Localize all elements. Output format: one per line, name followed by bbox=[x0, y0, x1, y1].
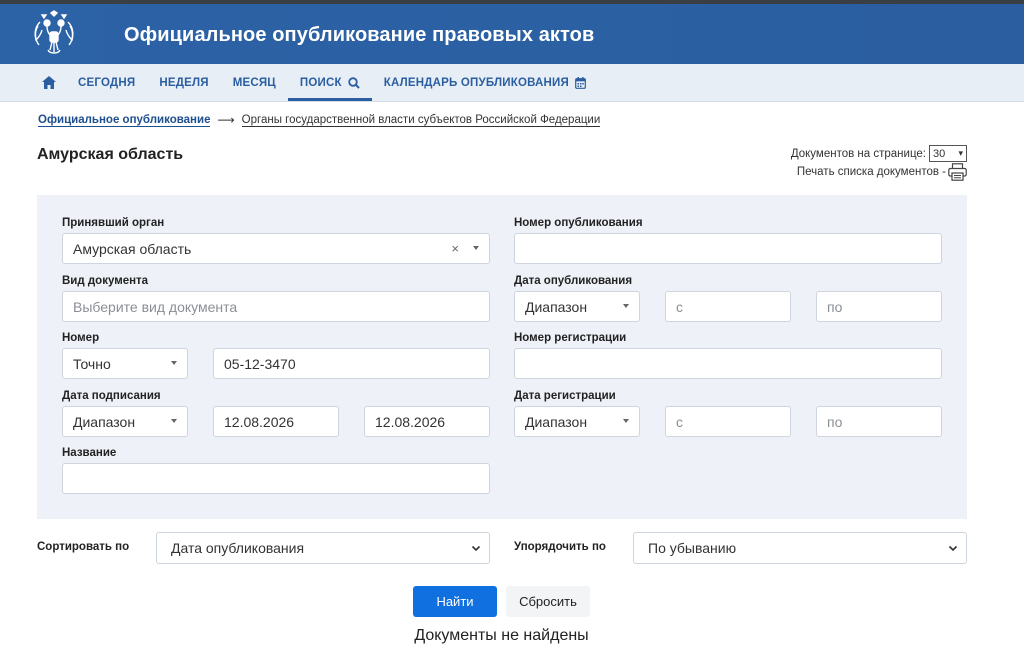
pub-date-to-placeholder: по bbox=[827, 298, 843, 315]
organ-label: Принявший орган bbox=[62, 217, 165, 229]
sort-value: Дата опубликования bbox=[171, 540, 305, 556]
per-page-label: Документов на странице: bbox=[790, 147, 926, 160]
sign-date-label: Дата подписания bbox=[62, 390, 161, 402]
arrow-right-icon: ⟶ bbox=[217, 113, 235, 127]
pub-number-input[interactable] bbox=[514, 233, 942, 264]
sign-date-from-value: 12.08.2026 bbox=[224, 413, 295, 430]
number-mode-select[interactable]: Точно bbox=[62, 348, 188, 379]
order-label: Упорядочить по bbox=[514, 541, 606, 553]
pub-number-label: Номер опубликования bbox=[514, 217, 643, 229]
search-form-panel: Принявший орган Амурская область × Вид д… bbox=[37, 195, 967, 519]
sort-label: Сортировать по bbox=[37, 541, 130, 553]
pub-date-mode-value: Диапазон bbox=[525, 298, 588, 315]
order-value: По убыванию bbox=[648, 540, 737, 556]
breadcrumb-current-link[interactable]: Органы государственной власти субъектов … bbox=[241, 114, 601, 127]
reg-number-input[interactable] bbox=[514, 348, 942, 379]
main-nav: Сегодня Неделя Месяц Поиск Календарь опу… bbox=[0, 64, 1024, 102]
nav-month[interactable]: Месяц bbox=[221, 64, 288, 101]
reg-date-from-input[interactable]: с bbox=[665, 406, 791, 437]
sign-date-to-input[interactable]: 12.08.2026 bbox=[364, 406, 490, 437]
pub-date-mode-select[interactable]: Диапазон bbox=[514, 291, 640, 322]
organ-value: Амурская область bbox=[73, 240, 192, 257]
pub-date-from-placeholder: с bbox=[676, 298, 683, 315]
chevron-down-icon bbox=[171, 419, 177, 423]
find-button[interactable]: Найти bbox=[413, 586, 497, 617]
reg-date-from-placeholder: с bbox=[676, 413, 683, 430]
number-mode-value: Точно bbox=[73, 355, 111, 372]
chevron-down-icon bbox=[171, 361, 177, 365]
pub-date-label: Дата опубликования bbox=[514, 275, 633, 287]
nav-today-label: Сегодня bbox=[78, 76, 136, 89]
breadcrumb: Официальное опубликование ⟶ Органы госуд… bbox=[38, 113, 601, 127]
nav-week[interactable]: Неделя bbox=[147, 64, 220, 101]
clear-icon[interactable]: × bbox=[451, 241, 459, 256]
name-input[interactable] bbox=[62, 463, 490, 494]
page-title: Амурская область bbox=[37, 146, 184, 163]
doc-type-placeholder: Выберите вид документа bbox=[73, 298, 238, 315]
nav-today[interactable]: Сегодня bbox=[66, 64, 147, 101]
sort-select[interactable]: Дата опубликования bbox=[156, 532, 490, 564]
no-results-message: Документы не найдены bbox=[414, 627, 589, 644]
name-label: Название bbox=[62, 447, 117, 459]
chevron-down-icon: ▾ bbox=[958, 148, 963, 158]
chevron-down-icon bbox=[623, 304, 629, 308]
nav-search-label: Поиск bbox=[299, 76, 342, 89]
pub-date-to-input[interactable]: по bbox=[816, 291, 942, 322]
reset-button[interactable]: Сбросить bbox=[506, 586, 590, 617]
sign-date-mode-select[interactable]: Диапазон bbox=[62, 406, 188, 437]
sign-date-from-input[interactable]: 12.08.2026 bbox=[213, 406, 339, 437]
nav-home[interactable] bbox=[30, 64, 66, 101]
nav-calendar[interactable]: Календарь опубликования bbox=[372, 64, 598, 101]
reg-number-label: Номер регистрации bbox=[514, 332, 627, 344]
number-label: Номер bbox=[62, 332, 100, 344]
per-page-control: Документов на странице: 30 ▾ bbox=[791, 145, 967, 162]
organ-select[interactable]: Амурская область × bbox=[62, 233, 490, 264]
doc-type-label: Вид документа bbox=[62, 275, 149, 287]
chevron-down-icon bbox=[473, 246, 479, 250]
site-title: Официальное опубликование правовых актов bbox=[124, 24, 595, 46]
search-icon bbox=[348, 76, 360, 89]
breadcrumb-root-link[interactable]: Официальное опубликование bbox=[38, 114, 211, 127]
reg-date-mode-value: Диапазон bbox=[525, 413, 588, 430]
nav-week-label: Неделя bbox=[159, 76, 209, 89]
per-page-select[interactable]: 30 ▾ bbox=[929, 145, 967, 162]
sign-date-mode-value: Диапазон bbox=[73, 413, 136, 430]
order-select[interactable]: По убыванию bbox=[633, 532, 967, 564]
printer-icon bbox=[948, 163, 967, 181]
reg-date-label: Дата регистрации bbox=[514, 390, 616, 402]
reg-date-to-placeholder: по bbox=[827, 413, 843, 430]
print-list-link[interactable]: Печать списка документов - bbox=[797, 163, 967, 181]
pub-date-from-input[interactable]: с bbox=[665, 291, 791, 322]
nav-calendar-label: Календарь опубликования bbox=[383, 76, 569, 89]
calendar-icon bbox=[575, 76, 586, 89]
nav-month-label: Месяц bbox=[232, 76, 276, 89]
doc-type-select[interactable]: Выберите вид документа bbox=[62, 291, 490, 322]
number-input[interactable]: 05-12-3470 bbox=[213, 348, 490, 379]
home-icon bbox=[42, 76, 56, 89]
sign-date-to-value: 12.08.2026 bbox=[375, 413, 446, 430]
chevron-down-icon bbox=[623, 419, 629, 423]
site-header: Официальное опубликование правовых актов bbox=[0, 4, 1024, 64]
per-page-value: 30 bbox=[933, 147, 946, 160]
coat-of-arms-logo[interactable] bbox=[30, 10, 78, 60]
reg-date-mode-select[interactable]: Диапазон bbox=[514, 406, 640, 437]
number-value: 05-12-3470 bbox=[224, 355, 296, 372]
chevron-down-icon bbox=[948, 545, 958, 552]
print-label: Печать списка документов - bbox=[796, 166, 946, 178]
nav-search[interactable]: Поиск bbox=[287, 64, 372, 101]
reg-date-to-input[interactable]: по bbox=[816, 406, 942, 437]
chevron-down-icon bbox=[471, 545, 481, 552]
